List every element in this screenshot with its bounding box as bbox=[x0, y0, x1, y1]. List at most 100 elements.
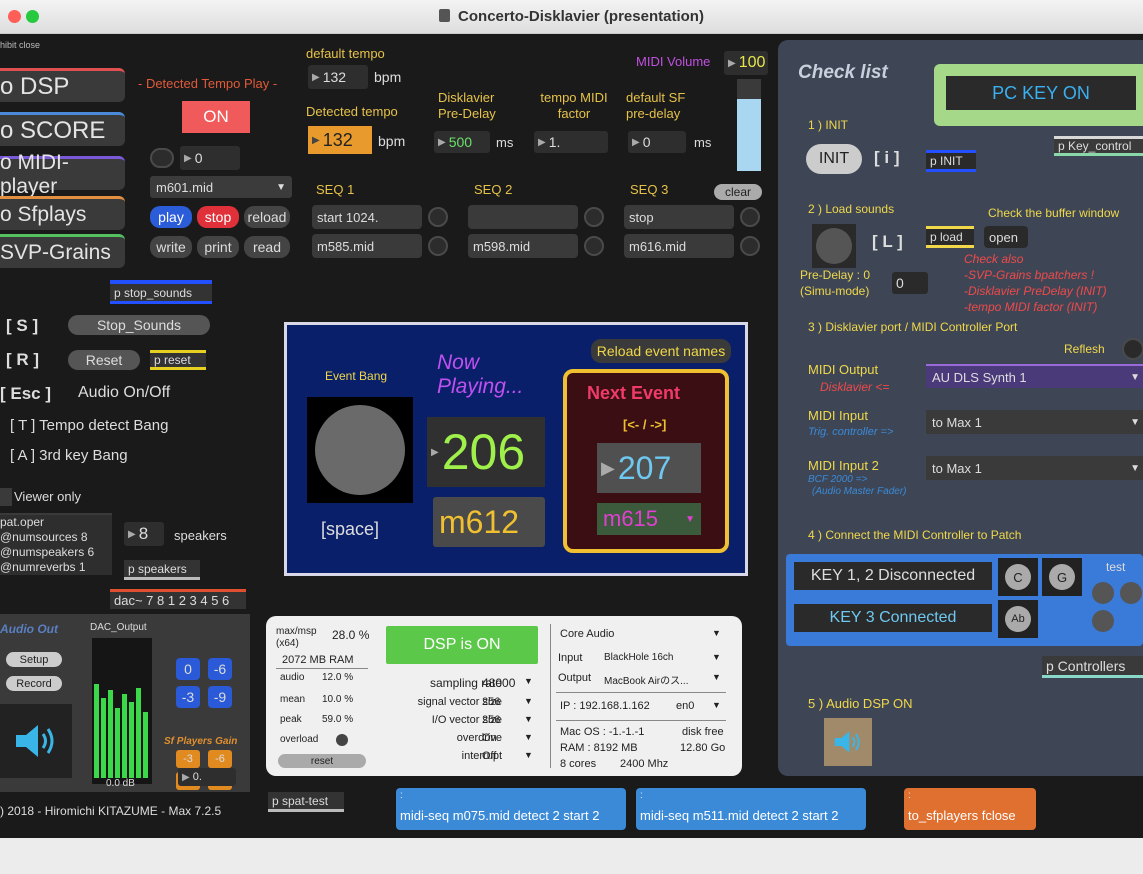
test-button-1[interactable] bbox=[1092, 582, 1114, 604]
test-button-3[interactable] bbox=[1092, 610, 1114, 632]
midi-volume-slider[interactable] bbox=[737, 79, 761, 171]
default-tempo-number[interactable]: ▶ 132 bbox=[308, 65, 368, 89]
dropdown-arrow-icon[interactable]: ▼ bbox=[712, 700, 721, 710]
seq1-message[interactable]: start 1024. bbox=[312, 205, 422, 229]
reload-event-names-button[interactable]: Reload event names bbox=[591, 339, 731, 363]
seq-message-2[interactable]: : midi-seq m511.mid detect 2 start 2 bbox=[636, 788, 866, 830]
speaker-icon[interactable] bbox=[0, 704, 72, 778]
reload-button[interactable]: reload bbox=[244, 206, 290, 228]
tempo-play-on-button[interactable]: ON bbox=[182, 101, 250, 133]
gain-number[interactable]: ▶ 0. bbox=[178, 768, 236, 786]
predelay-number[interactable]: ▶ 500 bbox=[434, 131, 490, 153]
clear-button[interactable]: clear bbox=[714, 184, 762, 200]
input-device-menu[interactable]: BlackHole 16ch bbox=[604, 652, 673, 663]
seq3-file[interactable]: m616.mid bbox=[624, 234, 734, 258]
default-sf-label: default SF pre-delay bbox=[626, 90, 686, 121]
seq1-bang[interactable] bbox=[428, 207, 448, 227]
open-message[interactable]: open bbox=[984, 226, 1028, 248]
audio-dsp-speaker-icon[interactable] bbox=[824, 718, 872, 766]
dropdown-arrow-icon[interactable]: ▼ bbox=[712, 628, 721, 638]
output-device-menu[interactable]: MacBook Airのス... bbox=[604, 672, 688, 687]
p-init[interactable]: p INIT bbox=[926, 150, 976, 172]
window-title: Concerto-Disklavier (presentation) bbox=[0, 8, 1143, 25]
audio-out-panel: Audio Out DAC_Output Setup Record 0.0 dB… bbox=[0, 614, 250, 792]
third-key-label: [ A ] 3rd key Bang bbox=[10, 447, 128, 464]
seq3-message[interactable]: stop bbox=[624, 205, 734, 229]
bang-small[interactable] bbox=[150, 148, 174, 168]
load-bang[interactable] bbox=[812, 224, 856, 268]
seq1-file[interactable]: m585.mid bbox=[312, 234, 422, 258]
patcher-canvas: hibit close o DSP o SCORE o MIDI-player … bbox=[0, 34, 1143, 838]
ms-label-2: ms bbox=[694, 135, 712, 150]
p-spat-test[interactable]: p spat-test bbox=[268, 792, 344, 812]
seq2-message[interactable] bbox=[468, 205, 578, 229]
print-button[interactable]: print bbox=[197, 236, 239, 258]
current-event-number[interactable]: ▶ 206 bbox=[427, 417, 545, 487]
counter-number[interactable]: ▶ 0 bbox=[180, 146, 240, 170]
pc-key-on-button[interactable]: PC KEY ON bbox=[946, 76, 1136, 110]
seq2-bang[interactable] bbox=[584, 207, 604, 227]
dropdown-arrow-icon[interactable]: ▼ bbox=[524, 732, 533, 742]
p-reset[interactable]: p reset bbox=[150, 350, 206, 370]
play-button[interactable]: play bbox=[150, 206, 192, 228]
write-button[interactable]: write bbox=[150, 236, 192, 258]
reset-button[interactable]: Reset bbox=[68, 350, 140, 370]
driver-label[interactable]: Core Audio bbox=[560, 628, 614, 640]
next-event-number[interactable]: ▶ 207 bbox=[597, 443, 701, 493]
key-g[interactable]: G bbox=[1042, 558, 1082, 596]
detected-tempo-number[interactable]: ▶ 132 bbox=[308, 126, 372, 154]
dropdown-arrow-icon[interactable]: ▼ bbox=[712, 672, 721, 682]
sf-predelay-number[interactable]: ▶ 0 bbox=[628, 131, 686, 153]
seq1-bang-2[interactable] bbox=[428, 236, 448, 256]
midi-output-menu[interactable]: AU DLS Synth 1 ▼ bbox=[926, 364, 1143, 388]
svp-grains-open-button[interactable]: SVP-Grains bbox=[0, 234, 125, 268]
viewer-only-label: Viewer only bbox=[14, 489, 81, 504]
key-ab[interactable]: Ab bbox=[998, 600, 1038, 638]
midi-volume-number[interactable]: ▶ 100 bbox=[724, 51, 768, 75]
event-bang[interactable] bbox=[307, 397, 413, 503]
dsp-open-button[interactable]: o DSP bbox=[0, 68, 125, 102]
dropdown-arrow-icon: ▼ bbox=[1130, 416, 1140, 428]
sfclose-message[interactable]: : to_sfplayers fclose bbox=[904, 788, 1036, 830]
predelay-sim-number[interactable]: 0 bbox=[892, 272, 928, 294]
seq3-bang-2[interactable] bbox=[740, 236, 760, 256]
dropdown-arrow-icon[interactable]: ▼ bbox=[524, 676, 533, 686]
speakers-number[interactable]: ▶ 8 bbox=[124, 522, 164, 546]
read-button[interactable]: read bbox=[244, 236, 290, 258]
test-button-2[interactable] bbox=[1120, 582, 1142, 604]
setup-button[interactable]: Setup bbox=[6, 652, 62, 667]
dropdown-arrow-icon[interactable]: ▼ bbox=[524, 714, 533, 724]
midi-input2-menu[interactable]: to Max 1 ▼ bbox=[926, 456, 1143, 480]
dsp-reset-button[interactable]: reset bbox=[278, 754, 366, 768]
midi-input-menu[interactable]: to Max 1 ▼ bbox=[926, 410, 1143, 434]
refresh-bang[interactable] bbox=[1122, 338, 1143, 360]
spat-oper-object[interactable]: pat.oper @numsources 8 @numspeakers 6 @n… bbox=[0, 513, 112, 575]
p-key-control[interactable]: p Key_control bbox=[1054, 136, 1143, 156]
p-stop-sounds[interactable]: p stop_sounds bbox=[110, 280, 212, 304]
p-speakers[interactable]: p speakers bbox=[124, 560, 200, 580]
p-controllers[interactable]: p Controllers bbox=[1042, 656, 1143, 678]
checklist-title: Check list bbox=[798, 62, 888, 83]
dsp-on-button[interactable]: DSP is ON bbox=[386, 626, 538, 664]
record-button[interactable]: Record bbox=[6, 676, 62, 691]
viewer-only-toggle[interactable] bbox=[0, 488, 12, 506]
seq-message-1[interactable]: : midi-seq m075.mid detect 2 start 2 bbox=[396, 788, 626, 830]
seq2-file[interactable]: m598.mid bbox=[468, 234, 578, 258]
seq2-bang-2[interactable] bbox=[584, 236, 604, 256]
score-open-button[interactable]: o SCORE bbox=[0, 112, 125, 146]
dac-object[interactable]: dac~ 7 8 1 2 3 4 5 6 bbox=[110, 589, 246, 609]
midi-file-menu[interactable]: m601.mid ▼ bbox=[150, 176, 292, 198]
tempo-factor-number[interactable]: ▶ 1. bbox=[534, 131, 608, 153]
init-button[interactable]: INIT bbox=[806, 144, 862, 174]
midi-player-open-button[interactable]: o MIDI-player bbox=[0, 151, 125, 198]
dropdown-arrow-icon[interactable]: ▼ bbox=[712, 652, 721, 662]
p-load[interactable]: p load bbox=[926, 226, 974, 248]
seq3-bang[interactable] bbox=[740, 207, 760, 227]
dropdown-arrow-icon[interactable]: ▼ bbox=[524, 750, 533, 760]
stop-sounds-button[interactable]: Stop_Sounds bbox=[68, 315, 210, 335]
key-c[interactable]: C bbox=[998, 558, 1038, 596]
sfplays-open-button[interactable]: o Sfplays bbox=[0, 196, 125, 230]
dropdown-arrow-icon[interactable]: ▼ bbox=[524, 696, 533, 706]
next-event-menu[interactable]: m615 ▼ bbox=[597, 503, 701, 535]
stop-button[interactable]: stop bbox=[197, 206, 239, 228]
